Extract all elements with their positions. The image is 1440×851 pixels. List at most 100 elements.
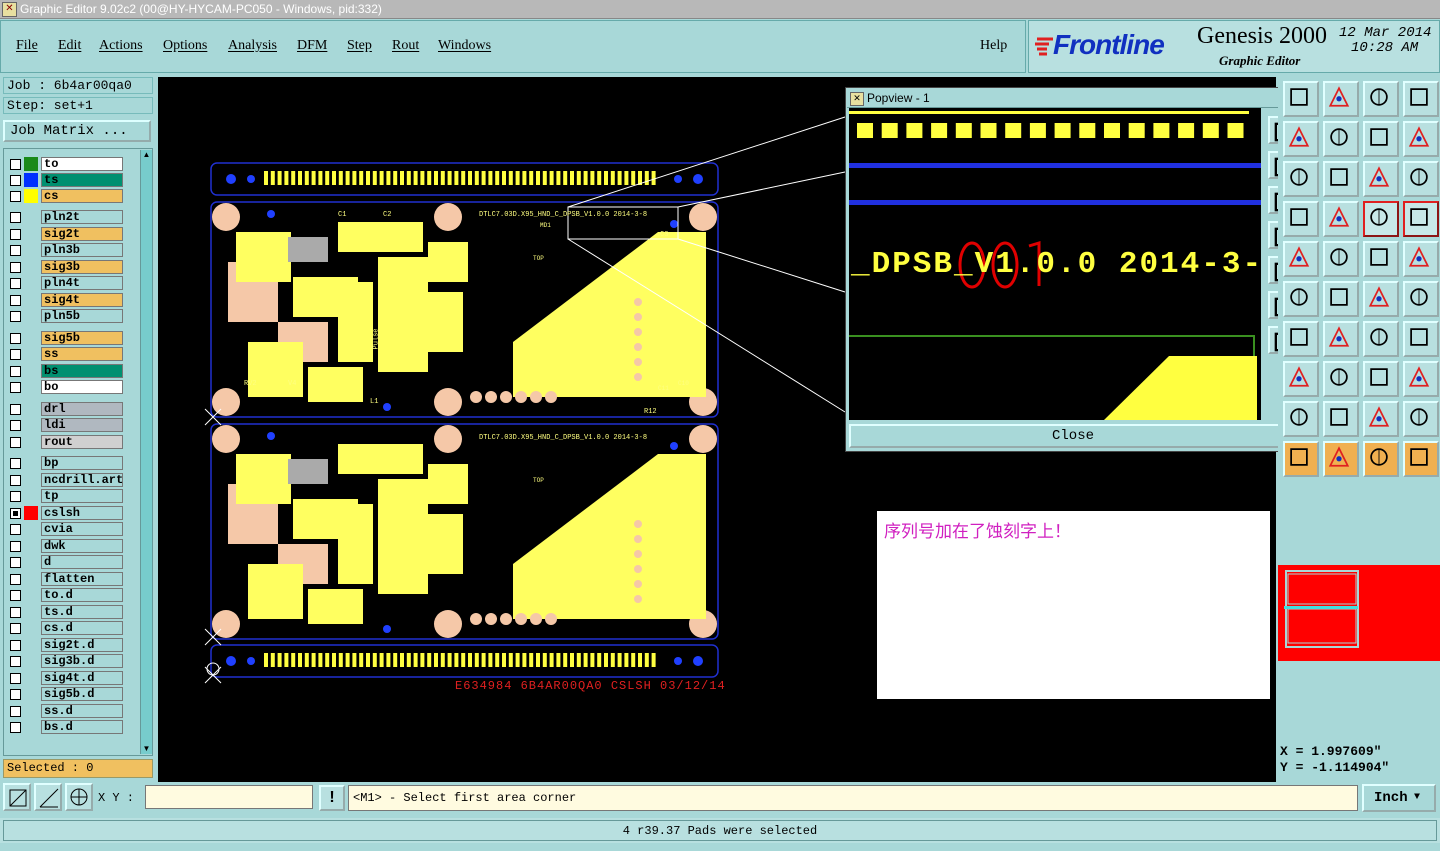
layer-color-swatch[interactable] xyxy=(24,538,38,553)
layer-color-swatch[interactable] xyxy=(24,157,38,171)
layer-row-cs-d[interactable]: cs.d xyxy=(6,621,126,635)
layer-color-swatch[interactable] xyxy=(24,347,38,361)
layer-row-bo[interactable]: bo xyxy=(6,380,126,394)
layer-row-rout[interactable]: rout xyxy=(6,434,126,449)
layer-color-swatch[interactable] xyxy=(24,243,38,257)
layer-row-sig2t[interactable]: sig2t xyxy=(6,226,126,241)
layer-color-swatch[interactable] xyxy=(24,654,38,668)
attributes-icon[interactable] xyxy=(1363,361,1399,397)
mirror-icon[interactable] xyxy=(1403,121,1439,157)
layer-checkbox[interactable] xyxy=(10,656,21,667)
layer-checkbox[interactable] xyxy=(10,458,21,469)
layer-checkbox[interactable] xyxy=(10,294,21,306)
layer-row-ss-d[interactable]: ss.d xyxy=(6,703,126,718)
pointer-icon[interactable] xyxy=(1283,441,1319,477)
layer-checkbox[interactable] xyxy=(10,382,21,393)
zoom-fit-icon[interactable] xyxy=(1283,81,1319,117)
layer-checkbox[interactable] xyxy=(10,474,21,486)
layer-color-swatch[interactable] xyxy=(24,189,38,203)
layer-color-swatch[interactable] xyxy=(24,276,38,290)
layer-checkbox[interactable] xyxy=(10,639,21,651)
layer-row-pln3b[interactable]: pln3b xyxy=(6,243,126,257)
layer-row-sig5b[interactable]: sig5b xyxy=(6,330,126,345)
layer-row-cslsh[interactable]: cslsh xyxy=(6,505,126,520)
layer-row-sig3b-d[interactable]: sig3b.d xyxy=(6,654,126,668)
layer-checkbox[interactable] xyxy=(10,705,21,717)
layer-color-swatch[interactable] xyxy=(24,363,38,378)
layer-checkbox[interactable] xyxy=(10,689,21,700)
outline-icon[interactable] xyxy=(1323,401,1359,437)
break-icon[interactable] xyxy=(1323,361,1359,397)
delete-icon[interactable] xyxy=(1323,281,1359,317)
layer-checkbox[interactable] xyxy=(10,228,21,240)
menu-options[interactable]: Options xyxy=(163,38,207,54)
layer-color-swatch[interactable] xyxy=(24,555,38,569)
layer-color-swatch[interactable] xyxy=(24,637,38,652)
layer-checkbox[interactable] xyxy=(10,159,21,170)
redline-icon[interactable] xyxy=(1323,241,1359,277)
route-icon[interactable] xyxy=(1403,441,1439,477)
menu-help[interactable]: Help xyxy=(980,38,1007,54)
layer-color-swatch[interactable] xyxy=(24,309,38,323)
layer-checkbox[interactable] xyxy=(10,311,21,322)
layer-row-sig3b[interactable]: sig3b xyxy=(6,259,126,274)
layer-row-bs-d[interactable]: bs.d xyxy=(6,720,126,734)
layer-checkbox[interactable] xyxy=(10,191,21,202)
layer-row-sig4t-d[interactable]: sig4t.d xyxy=(6,670,126,685)
layer-color-swatch[interactable] xyxy=(24,604,38,619)
layer-color-swatch[interactable] xyxy=(24,670,38,685)
polygon-icon[interactable] xyxy=(1323,321,1359,357)
layer-row-to-d[interactable]: to.d xyxy=(6,588,126,602)
add-line-icon[interactable] xyxy=(1363,281,1399,317)
drc-icon[interactable] xyxy=(1283,401,1319,437)
scroll-up-icon[interactable]: ▲ xyxy=(141,150,152,160)
layer-row-cs[interactable]: cs xyxy=(6,189,126,203)
scale-icon[interactable] xyxy=(1363,161,1399,197)
home-view-icon[interactable] xyxy=(1363,81,1399,117)
close-button[interactable]: Close xyxy=(849,424,1297,448)
layer-checkbox[interactable] xyxy=(10,420,21,431)
menu-file[interactable]: File xyxy=(16,38,38,54)
layer-row-sig5b-d[interactable]: sig5b.d xyxy=(6,687,126,701)
layer-row-ncdrill-art[interactable]: ncdrill.art xyxy=(6,472,126,487)
job-matrix-button[interactable]: Job Matrix ... xyxy=(3,120,151,142)
arc-draw-icon[interactable] xyxy=(1363,401,1399,437)
layer-row-dwk[interactable]: dwk xyxy=(6,538,126,553)
feature-info-icon[interactable] xyxy=(1283,241,1319,277)
xy-input[interactable] xyxy=(145,785,313,809)
layer-color-swatch[interactable] xyxy=(24,292,38,307)
select-icon[interactable] xyxy=(1283,281,1319,317)
layer-checkbox[interactable] xyxy=(10,606,21,618)
layer-color-swatch[interactable] xyxy=(24,703,38,718)
zoom-area-icon[interactable] xyxy=(3,783,31,811)
layer-row-to[interactable]: to xyxy=(6,157,126,171)
layer-checkbox[interactable] xyxy=(10,507,21,519)
layer-checkbox[interactable] xyxy=(10,365,21,377)
layer-color-swatch[interactable] xyxy=(24,522,38,536)
layer-checkbox[interactable] xyxy=(10,278,21,289)
move-icon[interactable] xyxy=(1323,121,1359,157)
snap-pad-icon[interactable] xyxy=(1403,201,1439,237)
menu-analysis[interactable]: Analysis xyxy=(228,38,277,54)
help-icon[interactable] xyxy=(1403,161,1439,197)
arc-icon[interactable] xyxy=(1283,321,1319,357)
split-window-icon[interactable] xyxy=(1403,81,1439,117)
layer-checkbox[interactable] xyxy=(10,261,21,273)
copy-icon[interactable] xyxy=(1283,121,1319,157)
layer-checkbox[interactable] xyxy=(10,403,21,415)
layer-icon[interactable] xyxy=(1403,361,1439,397)
layer-checkbox[interactable] xyxy=(10,436,21,448)
layer-color-swatch[interactable] xyxy=(24,456,38,470)
layer-list-scrollbar[interactable]: ▲ ▼ xyxy=(140,150,152,754)
popview-canvas[interactable]: _DPSB_V1.0.0 2014-3-8 xyxy=(849,108,1261,420)
layer-row-sig2t-d[interactable]: sig2t.d xyxy=(6,637,126,652)
layer-color-swatch[interactable] xyxy=(24,571,38,586)
layer-color-swatch[interactable] xyxy=(24,380,38,394)
layer-row-ss[interactable]: ss xyxy=(6,347,126,361)
snap-icon[interactable] xyxy=(1363,201,1399,237)
layer-color-swatch[interactable] xyxy=(24,505,38,520)
layer-color-swatch[interactable] xyxy=(24,434,38,449)
popview-window[interactable]: ✕ Popview - 1 ✕ _DPSB_V1.0.0 2014-3-8 Cl… xyxy=(845,87,1301,452)
add-pad-icon[interactable] xyxy=(1403,281,1439,317)
layer-checkbox[interactable] xyxy=(10,573,21,585)
